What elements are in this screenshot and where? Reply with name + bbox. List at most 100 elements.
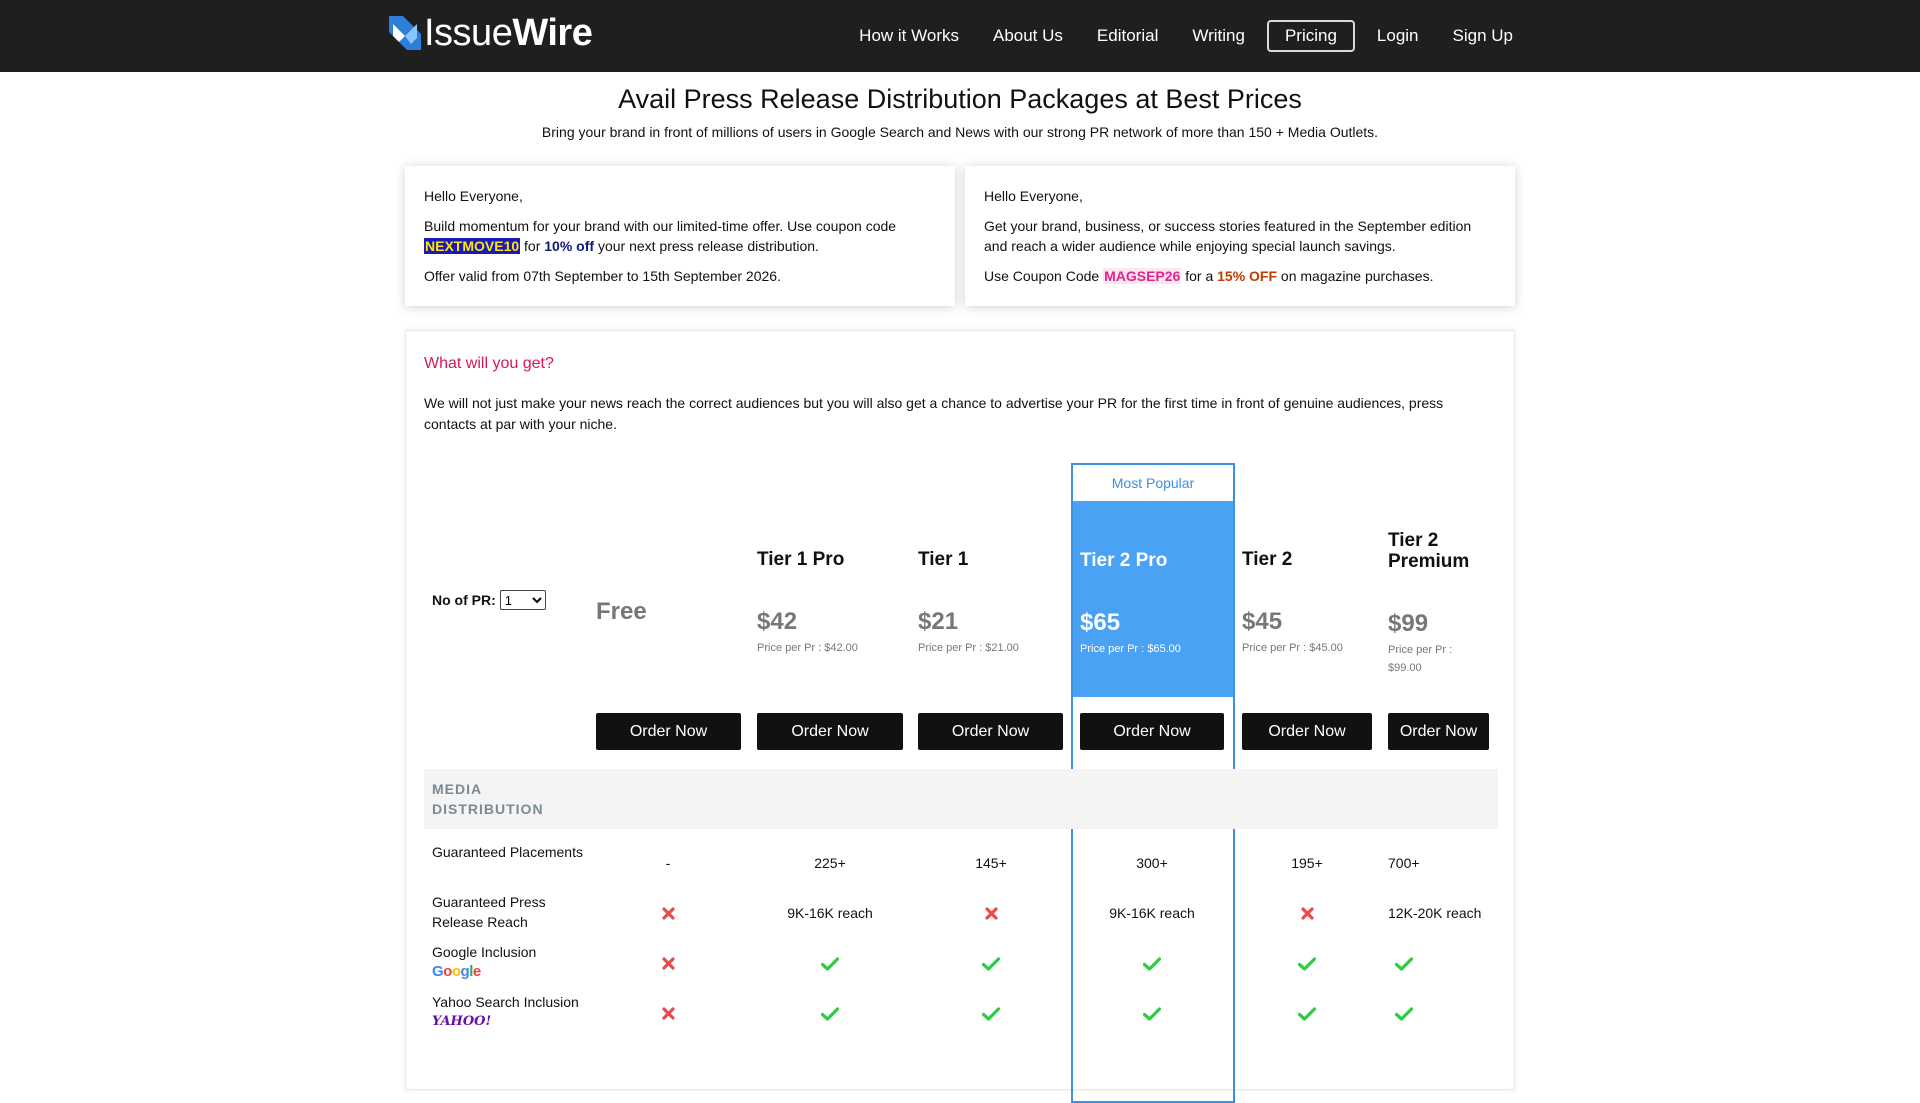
feature-value: 145+ [975,855,1007,871]
discount-15-off: 15% OFF [1217,268,1278,284]
plan-price-tier1: $21 [918,608,959,635]
feature-value: 225+ [814,855,846,871]
most-popular-label: Most Popular [1111,475,1195,491]
feature-label-text: Guaranteed Press Release Reach [432,894,546,930]
offer-text-part: on magazine purchases. [1277,268,1434,284]
coupon-card-press-release: Hello Everyone, Build momentum for your … [405,166,955,306]
main-menu: How it Works About Us Editorial Writing … [825,20,1513,52]
check-icon [982,1007,1000,1021]
feature-label-text: Guaranteed Placements [432,844,583,860]
issuewire-logo[interactable]: IssueWire [389,12,593,54]
card-greeting: Hello Everyone, [984,188,1083,204]
offer-text-part: for [520,238,545,254]
offer-text-part: your next press release distribution. [594,238,819,254]
nav-link-login[interactable]: Login [1377,20,1419,52]
page-title: Avail Press Release Distribution Package… [618,84,1302,114]
top-navbar: IssueWire How it Works About Us Editoria… [0,0,1920,72]
order-now-button-tier2-pro[interactable]: Order Now [1080,713,1224,750]
offer-text-part: for a [1181,268,1218,284]
yahoo-logo: YAHOO! [432,1014,492,1029]
google-logo-letter: e [472,963,481,980]
order-now-button-tier1-pro[interactable]: Order Now [757,713,903,750]
plan-price-tier2-pro: $65 [1080,609,1121,636]
plan-per-pr-tier2-pro: Price per Pr : $65.00 [1080,643,1181,655]
check-icon [982,957,1000,971]
nav-link-editorial[interactable]: Editorial [1097,20,1158,52]
cross-icon [985,907,998,920]
nav-link-writing[interactable]: Writing [1192,20,1245,52]
plan-price-tier2-premium: $99 [1388,610,1429,637]
order-now-button-tier1[interactable]: Order Now [918,713,1063,750]
order-now-button-free[interactable]: Order Now [596,713,741,750]
logo-text-bold: Wire [512,12,593,54]
plan-name-tier2-premium: Tier 2 Premium [1388,530,1470,572]
feature-value: 700+ [1388,855,1420,871]
feature-value: 195+ [1291,855,1323,871]
cross-icon [662,907,675,920]
check-icon [1143,1007,1161,1021]
discount-10-off: 10% off [544,238,595,254]
section-question: What will you get? [424,355,554,372]
google-logo-letter: G [432,963,444,980]
feature-value: - [665,855,671,871]
check-icon [1395,1007,1413,1021]
page-subtitle: Bring your brand in front of millions of… [541,124,1379,140]
nav-link-how-it-works[interactable]: How it Works [859,20,959,52]
feature-label-text: Google Inclusion [432,944,537,960]
section-description: We will not just make your news reach th… [424,395,1444,432]
nav-link-sign-up[interactable]: Sign Up [1453,20,1513,52]
plan-per-pr-tier1: Price per Pr : $21.00 [918,642,1019,654]
card-offer-text: Use Coupon Code MAGSEP26 for a 15% OFF o… [984,266,1496,286]
order-now-button-tier2-premium[interactable]: Order Now [1388,713,1489,750]
card-greeting: Hello Everyone, [424,188,523,204]
check-icon [1395,957,1413,971]
no-of-pr-label: No of PR: [432,592,496,608]
media-distribution-section-header: MEDIA DISTRIBUTION [424,769,1498,829]
plan-name-tier1-pro: Tier 1 Pro [757,549,845,570]
plan-name-free: Free [596,598,647,625]
check-icon [1298,957,1316,971]
plan-per-pr-tier2-premium: Price per Pr : $99.00 [1388,644,1453,674]
most-popular-highlight [1073,501,1233,697]
card-body: Get your brand, business, or success sto… [984,218,1472,254]
nav-link-pricing[interactable]: Pricing [1266,20,1355,52]
check-icon [1143,957,1161,971]
feature-value: 300+ [1136,855,1168,871]
coupon-code-magsep26: MAGSEP26 [1103,268,1182,284]
logo-text: IssueWire [424,12,593,54]
logo-text-light: Issue [424,12,513,54]
coupon-card-magazine: Hello Everyone, Get your brand, business… [965,166,1515,306]
google-logo-letter: o [451,963,461,980]
feature-row-label: Guaranteed Placements [432,842,602,862]
plan-per-pr-tier2: Price per Pr : $45.00 [1242,642,1343,654]
plan-per-pr-tier1-pro: Price per Pr : $42.00 [757,642,858,654]
check-icon [1298,1007,1316,1021]
cross-icon [662,957,675,970]
feature-row-label: Guaranteed Press Release Reach [432,892,552,932]
section-title: MEDIA DISTRIBUTION [432,781,544,817]
feature-row-label: Yahoo Search Inclusion YAHOO! [432,992,602,1032]
feature-value: 9K-16K reach [1109,905,1195,921]
google-logo-letter: g [460,963,470,980]
offer-text-part: Build momentum for your brand with our l… [424,218,897,234]
google-logo-letter: o [443,963,452,980]
card-offer-text: Build momentum for your brand with our l… [424,216,936,256]
card-validity: Offer valid from 07th September to 15th … [424,268,781,284]
cross-icon [1301,907,1314,920]
feature-label-text: Yahoo Search Inclusion [432,994,579,1010]
plan-name-tier2: Tier 2 [1242,549,1293,570]
pricing-panel: What will you get? We will not just make… [405,330,1515,1103]
feature-value: 12K-20K reach [1388,905,1482,921]
feature-value: 9K-16K reach [787,905,873,921]
no-of-pr-select[interactable]: 1 [499,590,546,610]
plan-name-tier2-pro: Tier 2 Pro [1080,550,1168,571]
plan-name-tier1: Tier 1 [918,549,969,570]
logo-mark-icon [389,16,421,50]
plan-price-tier1-pro: $42 [757,608,798,635]
no-of-pr-control: No of PR: 1 [432,590,546,610]
coupon-code-nextmove10: NEXTMOVE10 [424,238,521,254]
google-logo: Google [432,962,602,982]
plan-price-tier2: $45 [1242,608,1283,635]
order-now-button-tier2[interactable]: Order Now [1242,713,1372,750]
nav-link-about-us[interactable]: About Us [993,20,1063,52]
